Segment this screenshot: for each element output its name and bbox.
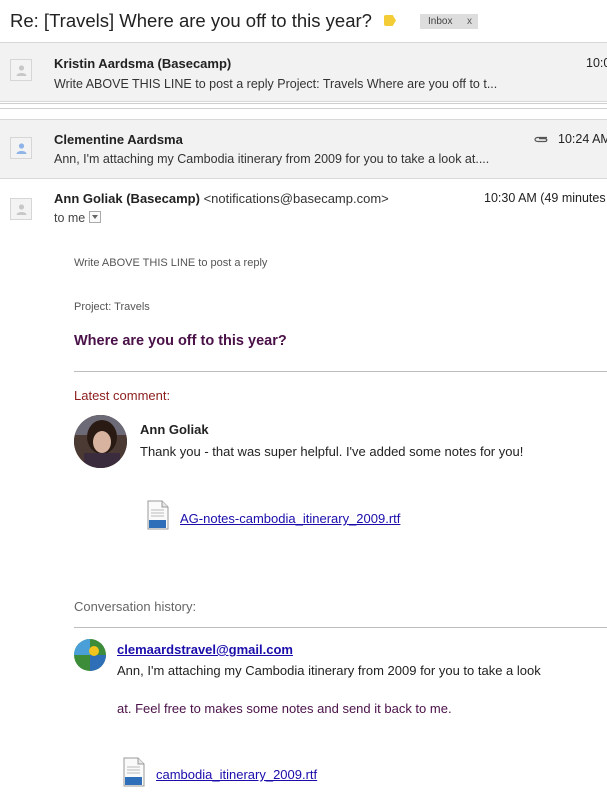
divider bbox=[0, 103, 607, 104]
history-text: Ann, I'm attaching my Cambodia itinerary… bbox=[117, 663, 541, 678]
default-avatar-icon bbox=[10, 198, 32, 220]
attachment-link[interactable]: AG-notes-cambodia_itinerary_2009.rtf bbox=[180, 511, 400, 526]
inbox-label-text: Inbox bbox=[428, 16, 453, 27]
message-time: 10:24 AM ( bbox=[558, 132, 607, 146]
default-avatar-icon bbox=[10, 59, 32, 81]
rtf-file-icon bbox=[123, 757, 145, 787]
comment-text: Thank you - that was super helpful. I've… bbox=[140, 444, 524, 459]
details-dropdown-icon[interactable] bbox=[89, 211, 102, 223]
commenter-name: Ann Goliak bbox=[140, 422, 209, 437]
divider bbox=[74, 371, 607, 372]
message-snippet: Ann, I'm attaching my Cambodia itinerary… bbox=[54, 152, 490, 166]
latest-comment-label: Latest comment: bbox=[74, 388, 171, 403]
message-time: 10:30 AM (49 minutes bbox=[484, 191, 606, 205]
collapsed-message[interactable]: Clementine Aardsma Ann, I'm attaching my… bbox=[0, 119, 607, 179]
paperclip-icon bbox=[534, 136, 548, 143]
attachment-link[interactable]: cambodia_itinerary_2009.rtf bbox=[156, 767, 317, 782]
remove-label-button[interactable]: x bbox=[467, 14, 472, 29]
sender-email: <notifications@basecamp.com> bbox=[203, 191, 389, 206]
reply-instruction: Write ABOVE THIS LINE to post a reply bbox=[74, 257, 268, 269]
sender-name: Ann Goliak (Basecamp) bbox=[54, 191, 200, 206]
commenter-avatar bbox=[74, 415, 127, 468]
inbox-label-chip[interactable]: Inbox x bbox=[420, 14, 478, 29]
history-text: at. Feel free to makes some notes and se… bbox=[117, 701, 452, 716]
recipient-line[interactable]: to me bbox=[54, 211, 102, 225]
sender-name: Clementine Aardsma bbox=[54, 132, 183, 147]
subject-bar: Re: [Travels] Where are you off to this … bbox=[0, 0, 607, 42]
important-label-icon[interactable] bbox=[384, 15, 396, 26]
divider bbox=[0, 108, 607, 109]
default-avatar-icon bbox=[10, 137, 32, 159]
recipient-text: to me bbox=[54, 211, 86, 225]
message-time: 10:0 bbox=[586, 56, 607, 70]
conversation-history-label: Conversation history: bbox=[74, 599, 197, 614]
rtf-file-icon bbox=[147, 500, 169, 530]
project-line: Project: Travels bbox=[74, 301, 150, 313]
divider bbox=[74, 627, 607, 628]
message-snippet: Write ABOVE THIS LINE to post a reply Pr… bbox=[54, 77, 498, 91]
history-sender-email[interactable]: clemaardstravel@gmail.com bbox=[117, 642, 293, 657]
history-avatar bbox=[74, 639, 106, 671]
discussion-title: Where are you off to this year? bbox=[74, 333, 287, 349]
sender-name: Kristin Aardsma (Basecamp) bbox=[54, 56, 232, 71]
collapsed-message[interactable]: Kristin Aardsma (Basecamp) Write ABOVE T… bbox=[0, 42, 607, 102]
open-sender: Ann Goliak (Basecamp) <notifications@bas… bbox=[54, 191, 389, 206]
email-subject: Re: [Travels] Where are you off to this … bbox=[10, 10, 372, 31]
